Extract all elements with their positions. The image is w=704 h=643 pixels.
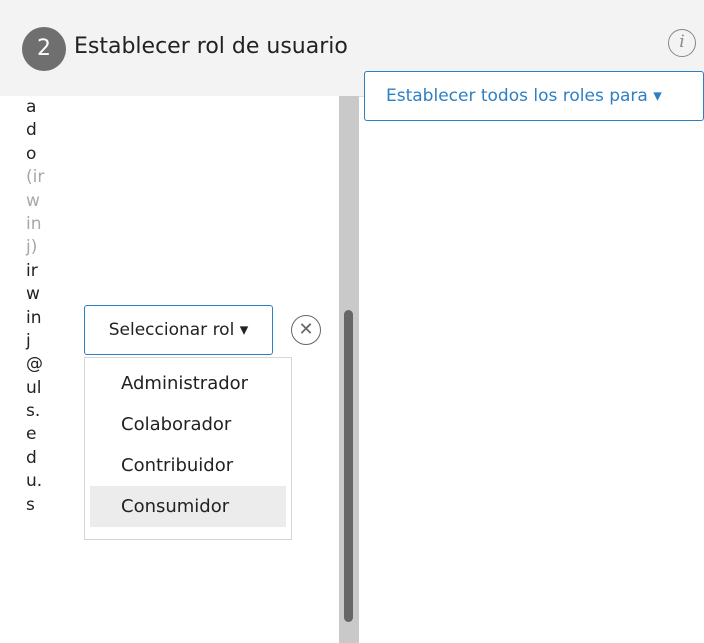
user-email-fragment: ir bbox=[26, 260, 38, 281]
user-email-fragment: s bbox=[26, 494, 35, 515]
role-option-colaborador[interactable]: Colaborador bbox=[90, 404, 286, 445]
user-email-fragment: ul bbox=[26, 377, 42, 398]
remove-user-icon[interactable]: ✕ bbox=[291, 315, 321, 345]
user-email-text: a d o (ir w in j) ir w in j @ ul s. e d u. s bbox=[26, 96, 66, 517]
user-email-fragment: (ir bbox=[26, 167, 45, 188]
set-all-roles-button[interactable]: Establecer todos los roles para ▾ bbox=[364, 71, 704, 121]
step-number-badge: 2 bbox=[22, 27, 66, 71]
step-title: Establecer rol de usuario bbox=[74, 34, 348, 59]
user-email-fragment: d bbox=[26, 120, 37, 141]
user-email-fragment: u. bbox=[26, 471, 43, 492]
scrollbar-thumb[interactable] bbox=[344, 310, 353, 622]
select-role-dropdown[interactable]: Seleccionar rol ▾ bbox=[84, 305, 273, 355]
user-email-fragment: s. bbox=[26, 401, 41, 422]
content-panel bbox=[359, 122, 704, 643]
user-email-fragment: in bbox=[26, 213, 42, 234]
user-email-fragment: w bbox=[26, 284, 40, 305]
user-email-fragment: w bbox=[26, 190, 40, 211]
user-email-fragment: a bbox=[26, 97, 37, 117]
role-dropdown-menu: Administrador Colaborador Contribuidor Cons… bbox=[84, 357, 292, 540]
user-list-panel: a d o (ir w in j) ir w in j @ ul s. e d u. s Seleccionar … bbox=[0, 96, 339, 643]
user-email-fragment: d bbox=[26, 447, 37, 468]
user-email-fragment: e bbox=[26, 424, 37, 445]
role-option-administrador[interactable]: Administrador bbox=[90, 363, 286, 404]
user-email-fragment: @ bbox=[26, 354, 43, 375]
user-email-fragment: in bbox=[26, 307, 42, 328]
user-email-fragment: j) bbox=[26, 237, 38, 258]
user-email-fragment: o bbox=[26, 143, 37, 164]
user-email-fragment: j bbox=[26, 330, 31, 351]
info-icon[interactable]: i bbox=[668, 29, 696, 57]
role-option-contribuidor[interactable]: Contribuidor bbox=[90, 445, 286, 486]
role-option-consumidor[interactable]: Consumidor bbox=[90, 486, 286, 527]
scrollbar-track[interactable] bbox=[339, 96, 359, 643]
